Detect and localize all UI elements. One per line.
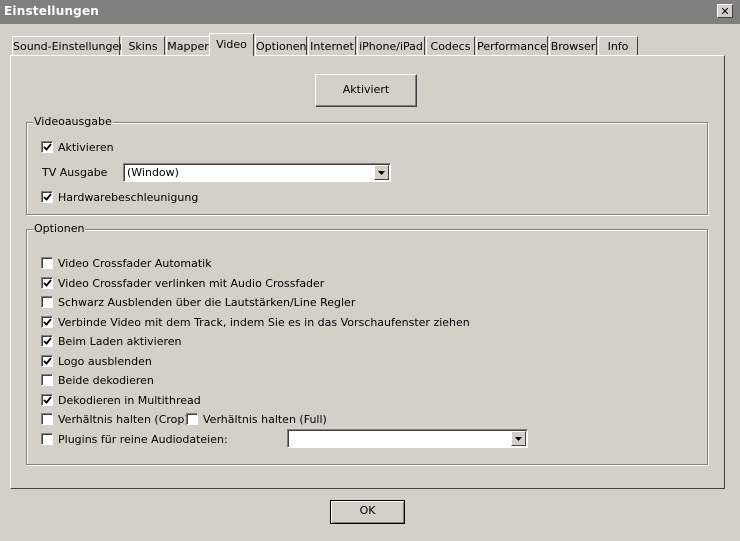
dropdown-arrow-icon — [378, 171, 385, 175]
dropdown-button[interactable] — [374, 165, 389, 180]
group-legend: Optionen — [33, 222, 86, 235]
group-legend: Videoausgabe — [33, 115, 113, 128]
checkbox-label: Schwarz Ausblenden über die Lautstärken/… — [58, 295, 356, 309]
hardwarebeschleunigung-checkbox[interactable]: Hardwarebeschleunigung — [41, 190, 198, 204]
checkbox-box[interactable] — [41, 355, 53, 367]
tab-panel-video: Aktiviert Videoausgabe Aktivieren TV Aus… — [10, 55, 725, 489]
checkmark-icon — [43, 396, 52, 404]
tab-performance[interactable]: Performance — [476, 36, 548, 55]
checkbox-box[interactable] — [41, 374, 53, 386]
tab-label: Internet — [310, 40, 354, 53]
checkmark-icon — [43, 318, 52, 326]
tab-skins[interactable]: Skins — [121, 36, 165, 55]
tab-label: Performance — [477, 40, 547, 53]
checkbox-label: Video Crossfader Automatik — [58, 256, 212, 270]
tab-mapper[interactable]: Mapper — [166, 36, 210, 55]
tv-ausgabe-select[interactable]: (Window) — [123, 163, 391, 182]
checkbox-box[interactable] — [41, 433, 53, 445]
option-schwarz-ausblenden[interactable]: Schwarz Ausblenden über die Lautstärken/… — [41, 295, 355, 309]
tab-codecs[interactable]: Codecs — [426, 36, 475, 55]
tab-browser[interactable]: Browser — [549, 36, 597, 55]
tab-label: iPhone/iPad — [359, 40, 423, 53]
checkbox-box[interactable] — [41, 141, 53, 153]
checkbox-label: Verbinde Video mit dem Track, indem Sie … — [58, 315, 470, 329]
checkbox-label: Verhältnis halten (Full) — [203, 412, 327, 426]
tab-label: Optionen — [256, 40, 307, 53]
optionen-group: Optionen Video Crossfader Automatik Vide… — [26, 222, 708, 465]
tab-video[interactable]: Video — [209, 33, 254, 56]
select-value: (Window) — [127, 166, 179, 179]
option-video-crossfader-verlinken[interactable]: Video Crossfader verlinken mit Audio Cro… — [41, 276, 324, 290]
checkbox-box[interactable] — [41, 257, 53, 269]
checkbox-label: Beide dekodieren — [58, 373, 154, 387]
option-video-crossfader-automatik[interactable]: Video Crossfader Automatik — [41, 256, 212, 270]
checkbox-label: Aktivieren — [58, 140, 114, 154]
tab-label: Skins — [128, 40, 158, 53]
tv-ausgabe-label: TV Ausgabe — [42, 166, 108, 179]
tab-label: Info — [607, 40, 629, 53]
checkmark-icon — [43, 337, 52, 345]
tab-label: Video — [216, 38, 247, 51]
option-verhaeltnis-crop[interactable]: Verhältnis halten (Crop) — [41, 412, 189, 426]
option-verhaeltnis-full[interactable]: Verhältnis halten (Full) — [186, 412, 327, 426]
tab-label: Mapper — [167, 40, 209, 53]
checkbox-box[interactable] — [41, 335, 53, 347]
option-plugins-audiodateien[interactable]: Plugins für reine Audiodateien: — [41, 432, 228, 446]
aktivieren-checkbox[interactable]: Aktivieren — [41, 140, 114, 154]
videoausgabe-group: Videoausgabe Aktivieren TV Ausgabe (Wind… — [26, 115, 708, 215]
plugins-select[interactable] — [287, 429, 528, 448]
checkbox-label: Beim Laden aktivieren — [58, 334, 182, 348]
checkbox-box[interactable] — [41, 296, 53, 308]
checkmark-icon — [43, 357, 52, 365]
checkbox-box[interactable] — [41, 316, 53, 328]
checkmark-icon — [43, 143, 52, 151]
checkbox-label: Dekodieren in Multithread — [58, 393, 201, 407]
option-beide-dekodieren[interactable]: Beide dekodieren — [41, 373, 154, 387]
dropdown-arrow-icon — [515, 437, 522, 441]
close-button[interactable]: ✕ — [717, 4, 733, 18]
option-verbinde-video[interactable]: Verbinde Video mit dem Track, indem Sie … — [41, 315, 470, 329]
checkmark-icon — [43, 279, 52, 287]
option-logo-ausblenden[interactable]: Logo ausblenden — [41, 354, 152, 368]
option-dekodieren-multithread[interactable]: Dekodieren in Multithread — [41, 393, 201, 407]
ok-button[interactable]: OK — [330, 500, 405, 524]
checkbox-box[interactable] — [41, 191, 53, 203]
checkbox-box[interactable] — [41, 394, 53, 406]
checkbox-label: Video Crossfader verlinken mit Audio Cro… — [58, 276, 325, 290]
dropdown-button[interactable] — [511, 431, 526, 446]
tab-optionen[interactable]: Optionen — [255, 36, 307, 55]
option-beim-laden-aktivieren[interactable]: Beim Laden aktivieren — [41, 334, 182, 348]
checkbox-box[interactable] — [41, 413, 53, 425]
tab-sound-einstellungen[interactable]: Sound-Einstellungen — [12, 36, 126, 55]
tab-iphone-ipad[interactable]: iPhone/iPad — [357, 36, 425, 55]
checkbox-label: Logo ausblenden — [58, 354, 152, 368]
checkbox-box[interactable] — [41, 277, 53, 289]
checkbox-label: Plugins für reine Audiodateien: — [58, 432, 228, 446]
activated-button[interactable]: Aktiviert — [315, 74, 417, 107]
checkbox-label: Hardwarebeschleunigung — [58, 190, 199, 204]
checkmark-icon — [43, 193, 52, 201]
tab-info[interactable]: Info — [598, 36, 638, 55]
tab-label: Codecs — [430, 40, 471, 53]
window-title: Einstellungen — [4, 4, 100, 18]
checkbox-box[interactable] — [186, 413, 198, 425]
checkbox-label: Verhältnis halten (Crop) — [58, 412, 189, 426]
tab-label: Browser — [550, 40, 596, 53]
title-bar: Einstellungen ✕ — [0, 0, 740, 24]
tab-label: Sound-Einstellungen — [13, 40, 127, 53]
close-icon: ✕ — [720, 5, 730, 18]
tab-internet[interactable]: Internet — [308, 36, 356, 55]
